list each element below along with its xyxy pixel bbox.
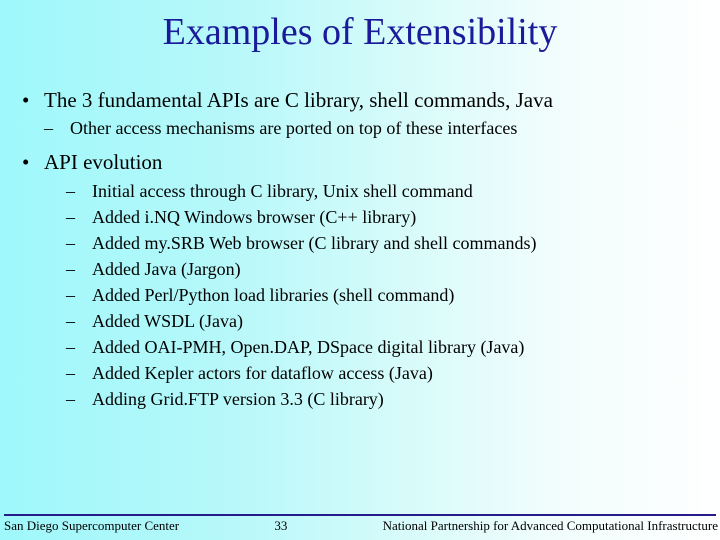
bullet-level2: Added my.SRB Web browser (C library and … bbox=[66, 233, 720, 255]
slide-title: Examples of Extensibility bbox=[0, 0, 720, 54]
bullet-level2: Added WSDL (Java) bbox=[66, 311, 720, 333]
bullet-level2: Added Kepler actors for dataflow access … bbox=[66, 363, 720, 385]
bullet-level2: Initial access through C library, Unix s… bbox=[66, 181, 720, 203]
divider bbox=[4, 514, 716, 516]
sublist: Initial access through C library, Unix s… bbox=[44, 181, 720, 411]
bullet-level2: Added i.NQ Windows browser (C++ library) bbox=[66, 207, 720, 229]
footer-left: San Diego Supercomputer Center bbox=[0, 518, 179, 534]
bullet-level1: The 3 fundamental APIs are C library, sh… bbox=[22, 88, 720, 114]
footer-right: National Partnership for Advanced Comput… bbox=[383, 518, 720, 534]
bullet-level2: Added Perl/Python load libraries (shell … bbox=[66, 285, 720, 307]
bullet-level2: Added Java (Jargon) bbox=[66, 259, 720, 281]
slide-number: 33 bbox=[274, 518, 287, 534]
slide-footer: San Diego Supercomputer Center 33 Nation… bbox=[0, 514, 720, 534]
slide-body: The 3 fundamental APIs are C library, sh… bbox=[0, 88, 720, 411]
bullet-level2: Added OAI-PMH, Open.DAP, DSpace digital … bbox=[66, 337, 720, 359]
bullet-level2: Adding Grid.FTP version 3.3 (C library) bbox=[66, 389, 720, 411]
bullet-level1: API evolution bbox=[22, 150, 720, 176]
bullet-level2: Other access mechanisms are ported on to… bbox=[44, 118, 720, 140]
